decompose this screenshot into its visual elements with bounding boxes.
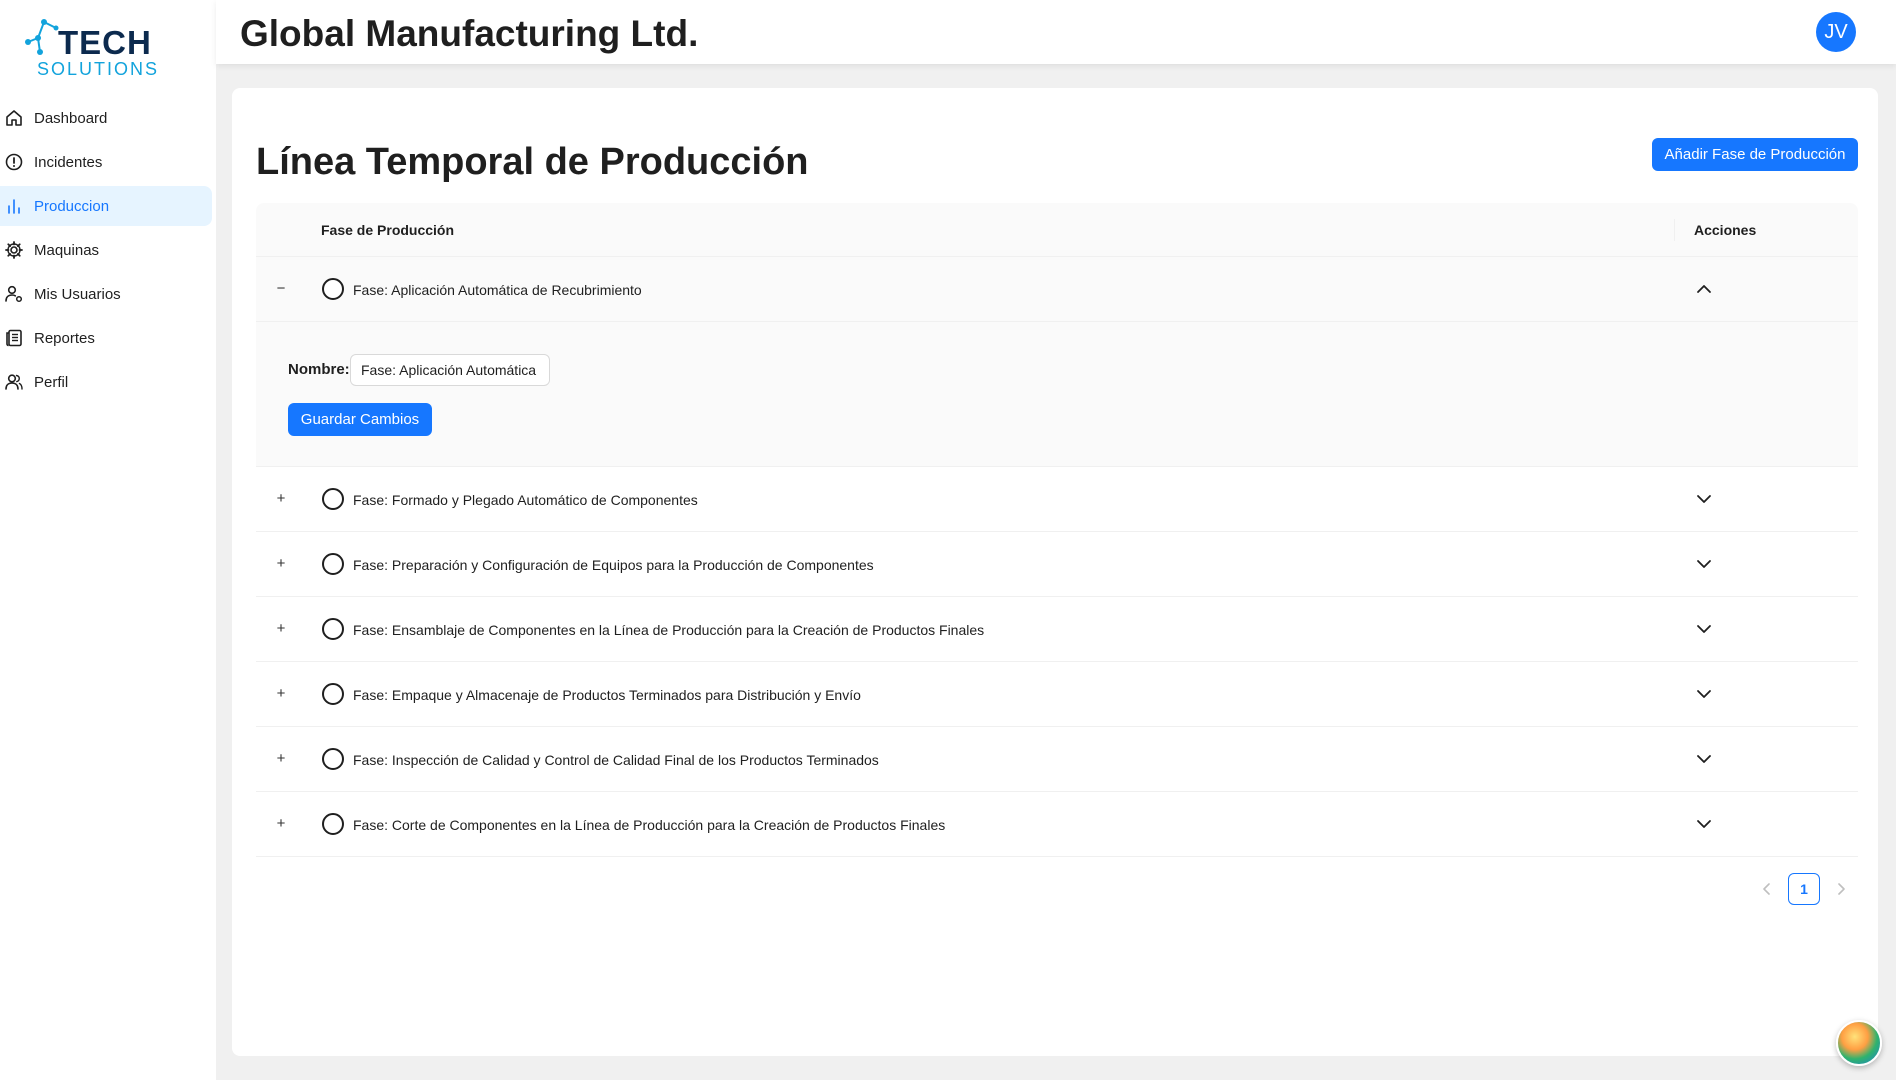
sidebar-item-label: Dashboard bbox=[34, 110, 108, 127]
alert-circle-icon bbox=[5, 153, 23, 171]
phase-radio[interactable] bbox=[322, 813, 344, 835]
gear-icon bbox=[5, 241, 23, 259]
pagination-page-current[interactable]: 1 bbox=[1788, 873, 1820, 905]
phase-radio[interactable] bbox=[322, 488, 344, 510]
collapse-row-button[interactable]: − bbox=[272, 280, 290, 298]
sidebar-item-dashboard[interactable]: Dashboard bbox=[0, 98, 212, 138]
save-changes-button[interactable]: Guardar Cambios bbox=[288, 403, 432, 436]
chevron-left-icon[interactable] bbox=[1759, 881, 1775, 897]
phase-radio[interactable] bbox=[322, 748, 344, 770]
expand-row-button[interactable]: + bbox=[272, 620, 290, 638]
users-icon bbox=[5, 374, 23, 390]
phase-name-input[interactable] bbox=[350, 354, 550, 386]
pagination: 1 bbox=[1747, 873, 1857, 905]
table-row[interactable]: + Fase: Ensamblaje de Componentes en la … bbox=[256, 597, 1858, 662]
sidebar-item-incidentes[interactable]: Incidentes bbox=[0, 142, 212, 182]
chevron-down-icon[interactable] bbox=[1694, 749, 1714, 769]
sidebar-item-label: Maquinas bbox=[34, 242, 100, 259]
logo-text: TECH bbox=[58, 24, 152, 61]
phase-radio[interactable] bbox=[322, 553, 344, 575]
phase-name: Fase: Corte de Componentes en la Línea d… bbox=[353, 817, 946, 833]
reports-icon bbox=[6, 329, 22, 347]
chevron-up-icon[interactable] bbox=[1694, 279, 1714, 299]
table-row[interactable]: + Fase: Corte de Componentes en la Línea… bbox=[256, 792, 1858, 857]
column-header-actions: Acciones bbox=[1694, 222, 1757, 238]
user-settings-icon bbox=[5, 285, 23, 303]
table-row[interactable]: + Fase: Empaque y Almacenaje de Producto… bbox=[256, 662, 1858, 727]
phase-name: Fase: Empaque y Almacenaje de Productos … bbox=[353, 687, 861, 703]
phase-name: Fase: Formado y Plegado Automático de Co… bbox=[353, 492, 698, 508]
add-production-phase-button[interactable]: Añadir Fase de Producción bbox=[1652, 138, 1858, 171]
table-row[interactable]: + Fase: Formado y Plegado Automático de … bbox=[256, 467, 1858, 532]
main-card: Línea Temporal de Producción Añadir Fase… bbox=[232, 88, 1878, 1056]
table-row[interactable]: − Fase: Aplicación Automática de Recubri… bbox=[256, 257, 1858, 322]
sidebar-item-label: Perfil bbox=[34, 374, 69, 391]
expand-row-button[interactable]: + bbox=[272, 815, 290, 833]
bar-chart-icon bbox=[8, 199, 20, 214]
table-row[interactable]: + Fase: Preparación y Configuración de E… bbox=[256, 532, 1858, 597]
chevron-down-icon[interactable] bbox=[1694, 554, 1714, 574]
column-header-phase: Fase de Producción bbox=[321, 222, 455, 238]
floating-assistant-icon[interactable] bbox=[1836, 1020, 1882, 1066]
sidebar-item-mis-usuarios[interactable]: Mis Usuarios bbox=[0, 274, 212, 314]
column-divider bbox=[1674, 219, 1675, 241]
chevron-down-icon[interactable] bbox=[1694, 814, 1714, 834]
chevron-down-icon[interactable] bbox=[1694, 489, 1714, 509]
logo-subtext: SOLUTIONS bbox=[37, 59, 160, 79]
sidebar-item-label: Produccion bbox=[34, 198, 110, 215]
expand-row-button[interactable]: + bbox=[272, 685, 290, 703]
phase-edit-panel: Nombre: Guardar Cambios bbox=[256, 322, 1858, 467]
expand-row-button[interactable]: + bbox=[272, 750, 290, 768]
phase-radio[interactable] bbox=[322, 278, 344, 300]
home-icon bbox=[6, 110, 22, 126]
production-phase-table: Fase de Producción Acciones − Fase: Apli… bbox=[256, 203, 1858, 857]
sidebar-item-perfil[interactable]: Perfil bbox=[0, 362, 212, 402]
sidebar: TECH SOLUTIONS Dashboard Incidentes Prod… bbox=[0, 0, 216, 1080]
phase-name: Fase: Aplicación Automática de Recubrimi… bbox=[353, 282, 642, 298]
sidebar-item-reportes[interactable]: Reportes bbox=[0, 318, 212, 358]
company-name: Global Manufacturing Ltd. bbox=[240, 13, 699, 54]
page-title: Línea Temporal de Producción bbox=[256, 141, 809, 183]
sidebar-item-maquinas[interactable]: Maquinas bbox=[0, 230, 212, 270]
sidebar-item-label: Reportes bbox=[34, 330, 95, 347]
sidebar-item-label: Mis Usuarios bbox=[34, 286, 121, 303]
phase-radio[interactable] bbox=[322, 683, 344, 705]
name-label: Nombre: bbox=[288, 361, 350, 378]
chevron-down-icon[interactable] bbox=[1694, 684, 1714, 704]
chevron-down-icon[interactable] bbox=[1694, 619, 1714, 639]
expand-row-button[interactable]: + bbox=[272, 490, 290, 508]
sidebar-item-produccion[interactable]: Produccion bbox=[0, 186, 212, 226]
avatar[interactable]: JV bbox=[1816, 12, 1856, 52]
company-logo[interactable]: TECH SOLUTIONS bbox=[24, 16, 174, 78]
chevron-right-icon[interactable] bbox=[1833, 881, 1849, 897]
top-header: Global Manufacturing Ltd. JV bbox=[216, 0, 1896, 64]
phase-name: Fase: Ensamblaje de Componentes en la Lí… bbox=[353, 622, 985, 638]
phase-name: Fase: Preparación y Configuración de Equ… bbox=[353, 557, 874, 573]
sidebar-item-label: Incidentes bbox=[34, 154, 103, 171]
expand-row-button[interactable]: + bbox=[272, 555, 290, 573]
phase-radio[interactable] bbox=[322, 618, 344, 640]
table-row[interactable]: + Fase: Inspección de Calidad y Control … bbox=[256, 727, 1858, 792]
phase-name: Fase: Inspección de Calidad y Control de… bbox=[353, 752, 879, 768]
sidebar-nav: Dashboard Incidentes Produccion Maquinas… bbox=[0, 98, 216, 406]
table-header: Fase de Producción Acciones bbox=[256, 203, 1858, 257]
